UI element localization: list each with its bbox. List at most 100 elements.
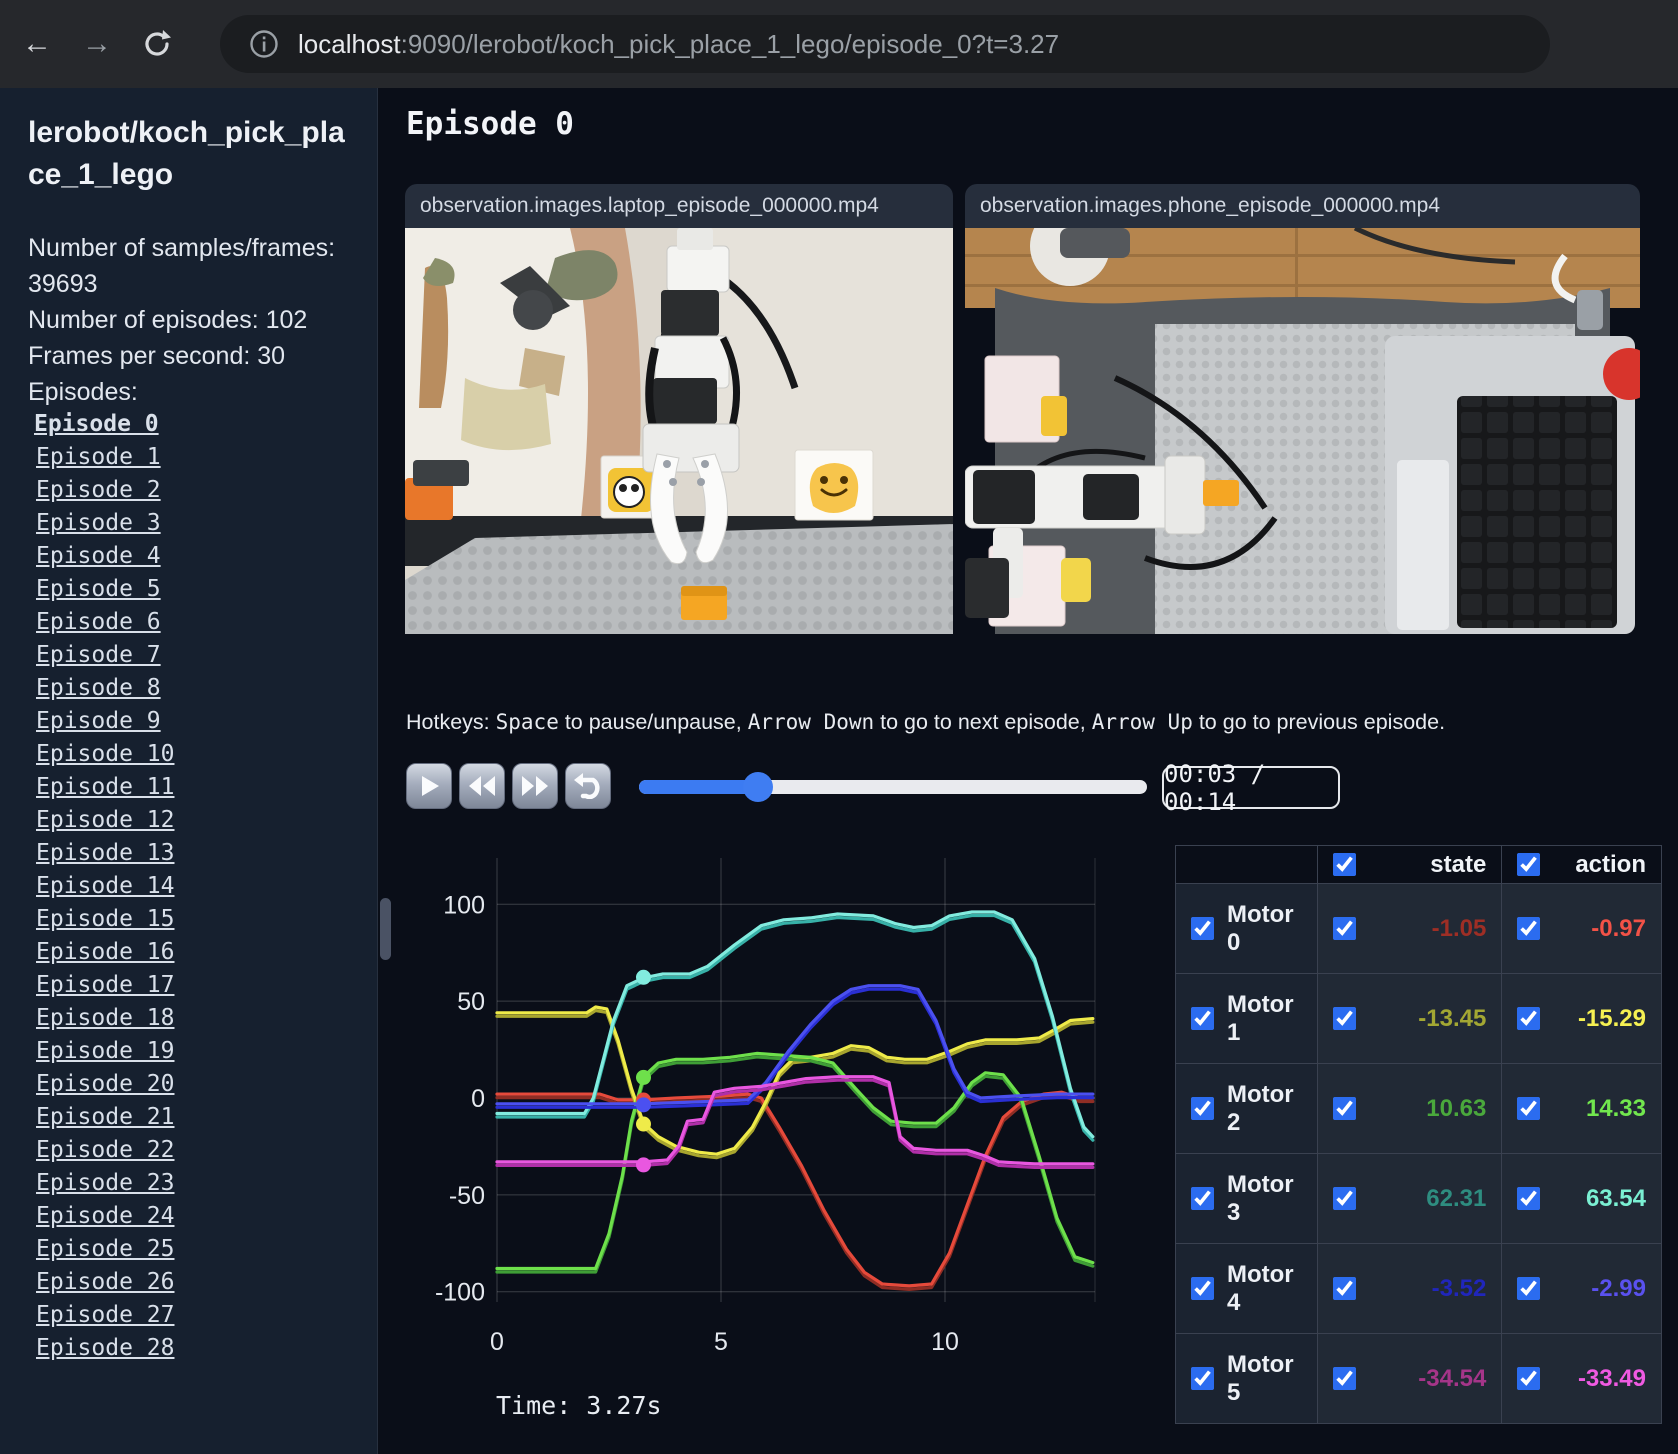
- motor-4-row-checkbox[interactable]: [1191, 1277, 1214, 1300]
- action-column-checkbox[interactable]: [1517, 853, 1541, 876]
- episode-link-28[interactable]: Episode 28: [36, 1336, 351, 1360]
- browser-toolbar: ← → localhost:9090/lerobot/koch_pick_pla…: [0, 0, 1678, 88]
- chart-time-label: Time: 3.27s: [496, 1391, 662, 1420]
- fast-forward-icon: [522, 776, 548, 796]
- loop-button[interactable]: [565, 763, 611, 809]
- motor-4-state-value: -3.52: [1431, 1274, 1487, 1302]
- site-info-icon[interactable]: [244, 24, 284, 64]
- episode-link-10[interactable]: Episode 10: [36, 742, 351, 766]
- x-tick-label: 0: [490, 1328, 504, 1356]
- episodes-list-label: Episodes:: [28, 378, 138, 406]
- fps-value: Frames per second: 30: [28, 342, 286, 370]
- motor-3-state-checkbox[interactable]: [1332, 1187, 1356, 1210]
- motor-0-state-checkbox[interactable]: [1332, 917, 1356, 940]
- episode-link-15[interactable]: Episode 15: [36, 907, 351, 931]
- url-host: localhost: [298, 28, 401, 59]
- motor-1-label: Motor 1: [1227, 990, 1294, 1046]
- motor-4-action-checkbox[interactable]: [1517, 1277, 1541, 1300]
- episode-link-1[interactable]: Episode 1: [36, 445, 351, 469]
- motor-2-action-checkbox[interactable]: [1517, 1097, 1541, 1120]
- episode-link-9[interactable]: Episode 9: [36, 709, 351, 733]
- back-icon[interactable]: ←: [14, 21, 60, 67]
- motor-2-state-checkbox[interactable]: [1332, 1097, 1356, 1120]
- episode-link-8[interactable]: Episode 8: [36, 676, 351, 700]
- scrollbar-thumb[interactable]: [380, 898, 391, 960]
- episode-link-0[interactable]: Episode 0: [34, 412, 351, 436]
- series-state-motor0: [495, 1094, 1095, 1291]
- episode-link-21[interactable]: Episode 21: [36, 1105, 351, 1129]
- motor-5-state-checkbox[interactable]: [1332, 1367, 1356, 1390]
- info-glyph: [250, 30, 278, 58]
- play-button[interactable]: [406, 763, 452, 809]
- episode-link-12[interactable]: Episode 12: [36, 808, 351, 832]
- motor-0-row-checkbox[interactable]: [1191, 917, 1214, 940]
- episode-link-27[interactable]: Episode 27: [36, 1303, 351, 1327]
- dataset-info: Number of samples/frames: 39693 Number o…: [28, 230, 338, 410]
- episode-link-5[interactable]: Episode 5: [36, 577, 351, 601]
- episode-link-3[interactable]: Episode 3: [36, 511, 351, 535]
- episode-link-23[interactable]: Episode 23: [36, 1171, 351, 1195]
- episode-link-17[interactable]: Episode 17: [36, 973, 351, 997]
- y-tick-label: -100: [435, 1279, 485, 1307]
- hotkeys-seg1: to pause/unpause,: [558, 710, 748, 734]
- motor-0-action-checkbox[interactable]: [1517, 917, 1541, 940]
- episode-link-6[interactable]: Episode 6: [36, 610, 351, 634]
- url-text: localhost:9090/lerobot/koch_pick_place_1…: [298, 29, 1059, 60]
- progress-thumb[interactable]: [743, 772, 774, 802]
- motor-5-action-checkbox[interactable]: [1517, 1367, 1541, 1390]
- previous-episode-button[interactable]: [459, 763, 505, 809]
- episode-link-25[interactable]: Episode 25: [36, 1237, 351, 1261]
- episode-link-19[interactable]: Episode 19: [36, 1039, 351, 1063]
- hotkeys-help: Hotkeys: Space to pause/unpause, Arrow D…: [406, 710, 1445, 735]
- video-progress-slider[interactable]: [639, 772, 1147, 802]
- motor-3-action-checkbox[interactable]: [1517, 1187, 1541, 1210]
- x-tick-label: 10: [931, 1328, 959, 1356]
- forward-icon[interactable]: →: [74, 21, 120, 67]
- motor-1-row-checkbox[interactable]: [1191, 1007, 1214, 1030]
- table-row-motor-0: Motor 0 -1.05 -0.97: [1175, 883, 1662, 974]
- episode-link-26[interactable]: Episode 26: [36, 1270, 351, 1294]
- motor-chart: 100500-50-1000 5 10: [435, 858, 1096, 1356]
- action-column-label: action: [1575, 850, 1646, 878]
- episode-link-24[interactable]: Episode 24: [36, 1204, 351, 1228]
- hotkey-arrow-up: Arrow Up: [1091, 710, 1193, 734]
- motor-4-action-value: -2.99: [1591, 1274, 1646, 1302]
- time-display: 00:03 / 00:14: [1162, 760, 1340, 816]
- next-episode-button[interactable]: [512, 763, 558, 809]
- episode-link-2[interactable]: Episode 2: [36, 478, 351, 502]
- episode-list: Episode 0 Episode 1 Episode 2 Episode 3 Epis…: [28, 412, 351, 1360]
- episode-link-18[interactable]: Episode 18: [36, 1006, 351, 1030]
- episode-link-7[interactable]: Episode 7: [36, 643, 351, 667]
- motor-5-row-checkbox[interactable]: [1191, 1367, 1214, 1390]
- episode-link-16[interactable]: Episode 16: [36, 940, 351, 964]
- episode-link-20[interactable]: Episode 20: [36, 1072, 351, 1096]
- motor-3-label: Motor 3: [1227, 1170, 1294, 1226]
- video-phone-filename: observation.images.phone_episode_000000.…: [965, 184, 1640, 228]
- episode-link-13[interactable]: Episode 13: [36, 841, 351, 865]
- table-row-motor-1: Motor 1 -13.45 -15.29: [1175, 973, 1662, 1064]
- motor-4-label: Motor 4: [1227, 1260, 1294, 1316]
- motor-3-row-checkbox[interactable]: [1191, 1187, 1214, 1210]
- motor-1-state-checkbox[interactable]: [1332, 1007, 1356, 1030]
- header-state: state: [1316, 845, 1503, 884]
- video-laptop-filename: observation.images.laptop_episode_000000…: [405, 184, 953, 228]
- episode-link-11[interactable]: Episode 11: [36, 775, 351, 799]
- motor-2-state-value: 10.63: [1426, 1094, 1487, 1122]
- motor-5-label: Motor 5: [1227, 1350, 1294, 1406]
- motor-5-state-value: -34.54: [1418, 1364, 1487, 1392]
- table-row-motor-3: Motor 3 62.31 63.54: [1175, 1153, 1662, 1244]
- motor-4-state-checkbox[interactable]: [1332, 1277, 1356, 1300]
- state-column-label: state: [1430, 850, 1487, 878]
- reload-icon[interactable]: [134, 21, 180, 67]
- episode-link-4[interactable]: Episode 4: [36, 544, 351, 568]
- episode-link-14[interactable]: Episode 14: [36, 874, 351, 898]
- motor-2-row-checkbox[interactable]: [1191, 1097, 1214, 1120]
- motor-1-action-checkbox[interactable]: [1517, 1007, 1541, 1030]
- state-column-checkbox[interactable]: [1332, 853, 1356, 876]
- episode-link-22[interactable]: Episode 22: [36, 1138, 351, 1162]
- samples-count: Number of samples/frames: 39693: [28, 234, 336, 298]
- address-bar[interactable]: localhost:9090/lerobot/koch_pick_place_1…: [220, 15, 1550, 73]
- time-cursor-dot-motor5: [635, 1157, 651, 1173]
- motor-5-action-value: -33.49: [1577, 1364, 1646, 1392]
- main-content: Episode 0 observation.images.laptop_epis…: [378, 88, 1678, 1454]
